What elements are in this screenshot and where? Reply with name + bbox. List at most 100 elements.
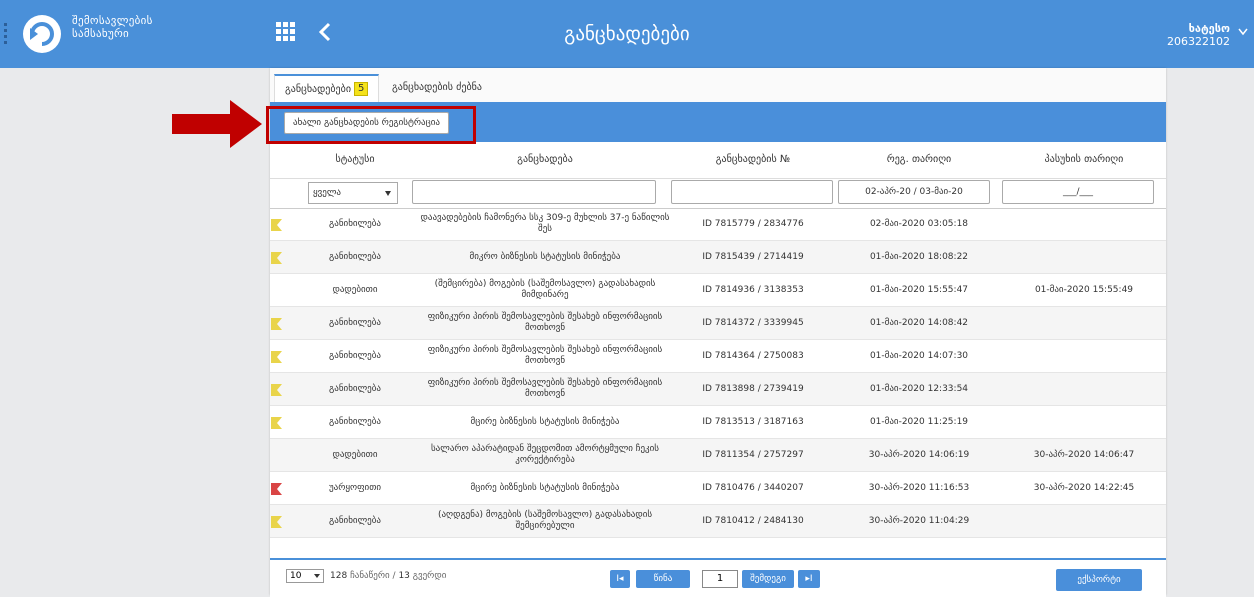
cell-reg-date: 30-აპრ-2020 14:06:19	[868, 449, 970, 460]
flag-icon	[271, 219, 282, 231]
cell-answer-date	[1002, 505, 1166, 537]
table-row[interactable]: განიხილება მცირე ბიზნესის სტატუსის მინიჭე…	[270, 406, 1166, 439]
filter-row: ყველა 02-აპრ-20 / 03-მაი-20 ___/___	[270, 178, 1166, 209]
cell-answer-date: 30-აპრ-2020 14:06:47	[1033, 449, 1135, 460]
cell-answer-date	[1002, 241, 1166, 273]
cell-application: სალარო აპარატიდან შეცდომით ამორტყმული ჩე…	[430, 444, 660, 465]
page-size-value: 10	[290, 571, 302, 581]
table-row[interactable]: დადებითი (შემცირება) მოგების (საშემოსავლო…	[270, 274, 1166, 307]
cell-answer-date: 30-აპრ-2020 14:22:45	[1033, 482, 1135, 493]
applications-table: განიხილება დაავადებების ჩამონერა სსკ 309-…	[270, 208, 1166, 538]
user-id: 206322102	[1167, 35, 1230, 48]
cell-status: განიხილება	[329, 317, 381, 328]
cell-number: ID 7811354 / 2757297	[702, 449, 804, 460]
cell-number: ID 7814364 / 2750083	[702, 350, 804, 361]
cell-number: ID 7815779 / 2834776	[702, 218, 804, 229]
cell-reg-date: 01-მაი-2020 14:08:42	[869, 317, 969, 328]
tab-applications-label: განცხადებები	[285, 84, 351, 95]
cell-status: დადებითი	[332, 284, 378, 295]
cell-number: ID 7813513 / 3187163	[702, 416, 804, 427]
column-header-status[interactable]: სტატუსი	[290, 142, 420, 178]
table-row[interactable]: დადებითი სალარო აპარატიდან შეცდომით ამორტ…	[270, 439, 1166, 472]
cell-number: ID 7813898 / 2739419	[702, 383, 804, 394]
table-row[interactable]: განიხილება დაავადებების ჩამონერა სსკ 309-…	[270, 208, 1166, 241]
cell-status: განიხილება	[329, 416, 381, 427]
tab-bar: განცხადებები 5 განცხადების ძებნა	[270, 68, 1166, 103]
table-row[interactable]: განიხილება ფიზიკური პირის შემოსავლების შე…	[270, 373, 1166, 406]
cell-number: ID 7815439 / 2714419	[702, 251, 804, 262]
cell-reg-date: 01-მაი-2020 18:08:22	[869, 251, 969, 262]
apps-grid-icon[interactable]	[276, 22, 296, 42]
cell-reg-date: 02-მაი-2020 03:05:18	[869, 218, 969, 229]
number-filter-input[interactable]	[671, 180, 833, 204]
flag-icon	[271, 318, 282, 330]
count-badge: 5	[354, 82, 369, 96]
table-row[interactable]: განიხილება მიკრო ბიზნესის სტატუსის მინიჭე…	[270, 241, 1166, 274]
page-number-input[interactable]: 1	[702, 570, 738, 588]
cell-application: დაავადებების ჩამონერა სსკ 309-ე მუხლის 3…	[420, 213, 670, 234]
chevron-left-icon[interactable]	[316, 20, 334, 44]
user-info[interactable]: ხატესო 206322102	[1167, 22, 1230, 48]
cell-status: განიხილება	[329, 218, 381, 229]
column-header-number[interactable]: განცხადების №	[670, 142, 836, 178]
caret-down-icon	[314, 574, 320, 578]
cell-reg-date: 30-აპრ-2020 11:04:29	[868, 515, 970, 526]
highlight-box	[266, 106, 476, 144]
cell-answer-date	[1002, 373, 1166, 405]
tab-application-search[interactable]: განცხადების ძებნა	[382, 74, 492, 102]
cell-reg-date: 01-მაი-2020 11:25:19	[869, 416, 969, 427]
tab-applications[interactable]: განცხადებები 5	[274, 74, 380, 102]
status-filter-value: ყველა	[313, 188, 341, 198]
previous-page-button[interactable]: წინა	[636, 570, 690, 588]
table-row[interactable]: განიხილება ფიზიკური პირის შემოსავლების შე…	[270, 340, 1166, 373]
table-row[interactable]: უარყოფითი მცირე ბიზნესის სტატუსის მინიჭებ…	[270, 472, 1166, 505]
drag-handle-icon[interactable]	[4, 20, 8, 44]
cell-reg-date: 01-მაი-2020 15:55:47	[869, 284, 969, 295]
org-name-line1: შემოსავლების	[72, 14, 153, 27]
cell-application: ფიზიკური პირის შემოსავლების შესახებ ინფო…	[427, 345, 663, 366]
cell-status: დადებითი	[332, 449, 378, 460]
record-count: 128 ჩანაწერი / 13 გვერდი	[330, 569, 446, 583]
column-header-answer-date[interactable]: პასუხის თარიღი	[1002, 142, 1166, 178]
answer-date-filter-input[interactable]: ___/___	[1002, 180, 1154, 204]
cell-number: ID 7814936 / 3138353	[702, 284, 804, 295]
flag-icon	[271, 252, 282, 264]
first-page-button[interactable]: I◂	[610, 570, 630, 588]
caret-down-icon	[385, 191, 391, 196]
org-name: შემოსავლების სამსახური	[72, 14, 153, 40]
last-page-button[interactable]: ▸I	[798, 570, 820, 588]
cell-answer-date	[1002, 406, 1166, 438]
cell-status: განიხილება	[329, 350, 381, 361]
flag-icon	[271, 417, 282, 429]
cell-status: განიხილება	[329, 515, 381, 526]
flag-icon	[271, 516, 282, 528]
cell-application: ფიზიკური პირის შემოსავლების შესახებ ინფო…	[427, 378, 663, 399]
export-button[interactable]: ექსპორტი	[1056, 569, 1142, 591]
cell-application: (შემცირება) მოგების (საშემოსავლო) გადასა…	[434, 279, 656, 300]
page-size-select[interactable]: 10	[286, 569, 324, 583]
flag-icon	[271, 384, 282, 396]
cell-application: ფიზიკური პირის შემოსავლების შესახებ ინფო…	[427, 312, 663, 333]
cell-reg-date: 01-მაი-2020 12:33:54	[869, 383, 969, 394]
cell-application: (აღდგენა) მოგების (საშემოსავლო) გადასახა…	[437, 510, 653, 531]
reg-date-filter-input[interactable]: 02-აპრ-20 / 03-მაი-20	[838, 180, 990, 204]
user-name: ხატესო	[1188, 22, 1230, 35]
column-header-application[interactable]: განცხადება	[420, 142, 670, 178]
cell-reg-date: 01-მაი-2020 14:07:30	[869, 350, 969, 361]
table-row[interactable]: განიხილება (აღდგენა) მოგების (საშემოსავლო…	[270, 505, 1166, 538]
status-filter-select[interactable]: ყველა	[308, 182, 398, 204]
org-name-line2: სამსახური	[72, 27, 130, 40]
record-label: ჩანაწერი /	[350, 571, 396, 581]
cell-application: მცირე ბიზნესის სტატუსის მინიჭება	[470, 482, 620, 493]
cell-answer-date	[1002, 340, 1166, 372]
cell-status: უარყოფითი	[328, 482, 382, 493]
table-row[interactable]: განიხილება ფიზიკური პირის შემოსავლების შე…	[270, 307, 1166, 340]
application-filter-input[interactable]	[412, 180, 656, 204]
chevron-down-icon[interactable]	[1238, 28, 1248, 36]
applications-panel: განცხადებები 5 განცხადების ძებნა ახალი გა…	[270, 68, 1166, 597]
flag-icon	[271, 351, 282, 363]
record-total: 128	[330, 571, 348, 581]
top-bar: შემოსავლების სამსახური ხატესო 206322102	[0, 0, 1254, 68]
column-header-reg-date[interactable]: რეგ. თარიღი	[836, 142, 1002, 178]
next-page-button[interactable]: შემდეგი	[742, 570, 794, 588]
